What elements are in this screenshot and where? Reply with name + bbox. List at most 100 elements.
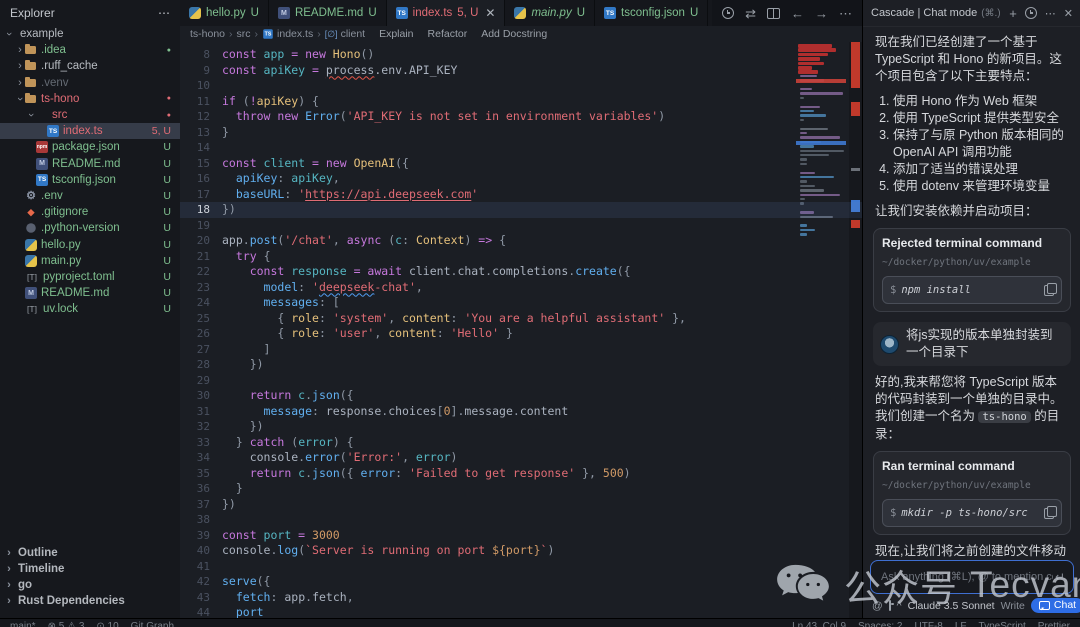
sidebar-section-Timeline[interactable]: › Timeline [0,561,180,577]
status-item[interactable]: LF [955,621,967,627]
tree-item-.idea[interactable]: › .idea ● [0,42,180,58]
code-line-37[interactable]: 37}) [180,497,862,513]
code-line-31[interactable]: 31 message: response.choices[0].message.… [180,404,862,420]
codelens-add-docstring[interactable]: Add Docstring [481,28,547,40]
tab-tsconfig.json[interactable]: TS tsconfig.json U [595,0,709,26]
codelens-refactor[interactable]: Refactor [428,28,468,40]
breadcrumb-src[interactable]: src [237,28,251,40]
code-line-15[interactable]: 15 const client = new OpenAI({ [180,156,862,172]
tree-item-README.md[interactable]: ›MREADME.mdU [0,156,180,172]
status-item[interactable]: UTF-8 [915,621,943,627]
send-icon[interactable]: ↵ [1055,570,1065,584]
write-mode-toggle[interactable]: Write [1001,600,1025,612]
editor-more-icon[interactable]: ⋯ [839,7,852,20]
chat-more-icon[interactable]: ⋯ [1045,7,1056,20]
tree-item-pyproject.toml[interactable]: ›[T]pyproject.tomlU [0,269,180,285]
code-line-34[interactable]: 34 console.error('Error:', error) [180,450,862,466]
code-line-39[interactable]: 39 const port = 3000 [180,528,862,544]
code-line-18[interactable]: 18}) [180,202,862,218]
code-line-36[interactable]: 36 } [180,481,862,497]
code-line-33[interactable]: 33 } catch (error) { [180,435,862,451]
code-line-8[interactable]: 8 const app = new Hono() [180,47,862,63]
code-editor[interactable]: 8 const app = new Hono() 9 const apiKey = p… [180,42,862,623]
navigate-forward-icon[interactable]: → [815,7,828,20]
tab-README.md[interactable]: M README.md U [268,0,387,26]
code-line-27[interactable]: 27 ] [180,342,862,358]
status-item[interactable]: Ln 43, Col 9 [792,621,846,627]
timeline-icon[interactable] [722,7,735,19]
sidebar-section-Outline[interactable]: › Outline [0,545,180,561]
status-item[interactable]: Spaces: 2 [858,621,902,627]
code-line-28[interactable]: 28 }) [180,357,862,373]
code-line-25[interactable]: 25 { role: 'system', content: 'You are a… [180,311,862,327]
attach-image-icon[interactable] [888,600,894,611]
tab-main.py[interactable]: main.py U [505,0,596,26]
tree-item-.venv[interactable]: › .venv [0,75,180,91]
compare-changes-icon[interactable]: ⇄ [745,7,756,20]
tree-item-.gitignore[interactable]: ›◆.gitignoreU [0,204,180,220]
tree-item-main.py[interactable]: ›main.pyU [0,253,180,269]
sidebar-section-Rust Dependencies[interactable]: › Rust Dependencies [0,593,180,609]
copy-icon[interactable] [1044,505,1057,519]
copy-icon[interactable] [1044,282,1057,296]
code-line-43[interactable]: 43 fetch: app.fetch, [180,590,862,606]
status-item[interactable]: TypeScript [979,621,1026,627]
tree-item-index.ts[interactable]: ›TSindex.ts5, U [0,123,180,140]
status-item[interactable]: main* [10,621,36,627]
tab-index.ts[interactable]: TS index.ts 5, U ✕ [386,0,506,26]
sidebar-section-go[interactable]: › go [0,577,180,593]
tree-item-.ruff_cache[interactable]: › .ruff_cache [0,58,180,74]
code-line-21[interactable]: 21 try { [180,249,862,265]
explorer-more-icon[interactable]: ⋯ [158,6,170,20]
code-line-41[interactable]: 41 [180,559,862,575]
split-editor-icon[interactable] [767,7,780,19]
tab-close-icon[interactable]: ✕ [485,6,495,20]
navigate-back-icon[interactable]: ← [791,7,804,20]
code-line-35[interactable]: 35 return c.json({ error: 'Failed to get… [180,466,862,482]
breadcrumb-index.ts[interactable]: TS index.ts [262,28,313,40]
status-item[interactable]: ⊙ 10 [96,621,118,627]
code-line-23[interactable]: 23 model: 'deepseek-chat', [180,280,862,296]
code-line-17[interactable]: 17 baseURL: 'https://api.deepseek.com' [180,187,862,203]
status-item[interactable]: Prettier [1038,621,1070,627]
code-line-42[interactable]: 42 serve({ [180,574,862,590]
code-line-40[interactable]: 40 console.log(`Server is running on port… [180,543,862,559]
tree-item-ts-hono[interactable]: › ts-hono ● [0,91,180,107]
code-line-16[interactable]: 16 apiKey: apiKey, [180,171,862,187]
code-line-11[interactable]: 11 if (!apiKey) { [180,94,862,110]
code-line-29[interactable]: 29 [180,373,862,389]
status-item[interactable]: Git Graph [131,621,174,627]
tree-item-package.json[interactable]: ›npmpackage.jsonU [0,139,180,155]
code-line-26[interactable]: 26 { role: 'user', content: 'Hello' } [180,326,862,342]
model-selector[interactable]: Claude 3.5 Sonnet [908,600,995,612]
tree-item-README.md[interactable]: ›MREADME.mdU [0,285,180,301]
chat-input-box[interactable]: ↵ [870,560,1074,594]
breadcrumb-client[interactable]: [∅] client [325,28,365,40]
code-line-24[interactable]: 24 messages: [ [180,295,862,311]
code-line-13[interactable]: 13} [180,125,862,141]
tree-item-.env[interactable]: ›⚙.envU [0,188,180,204]
new-chat-icon[interactable]: + [1009,6,1017,21]
tree-item-.python-version[interactable]: ›.python-versionU [0,220,180,236]
tree-item-src[interactable]: › src ● [0,107,180,123]
chat-input[interactable] [879,570,1055,584]
code-line-22[interactable]: 22 const response = await client.chat.co… [180,264,862,280]
code-line-30[interactable]: 30 return c.json({ [180,388,862,404]
tree-item-uv.lock[interactable]: ›[T]uv.lockU [0,301,180,317]
status-item[interactable]: ⊗ 5 ⚠ 3 [48,621,85,627]
tab-hello.py[interactable]: hello.py U [180,0,269,26]
codelens-explain[interactable]: Explain [379,28,413,40]
mention-icon[interactable]: @ [872,600,883,612]
code-line-9[interactable]: 9 const apiKey = process.env.API_KEY [180,63,862,79]
code-line-32[interactable]: 32 }) [180,419,862,435]
chat-close-icon[interactable]: ✕ [1064,7,1073,20]
code-line-12[interactable]: 12 throw new Error('API_KEY is not set i… [180,109,862,125]
code-line-10[interactable]: 10 [180,78,862,94]
tree-item-hello.py[interactable]: ›hello.pyU [0,236,180,252]
tree-item-example[interactable]: › example [0,26,180,42]
chat-mode-toggle[interactable]: Chat [1030,598,1080,613]
chat-history-icon[interactable] [1024,7,1037,19]
tree-item-tsconfig.json[interactable]: ›TStsconfig.jsonU [0,172,180,188]
code-line-20[interactable]: 20 app.post('/chat', async (c: Context) =… [180,233,862,249]
breadcrumb-ts-hono[interactable]: ts-hono [190,28,225,40]
